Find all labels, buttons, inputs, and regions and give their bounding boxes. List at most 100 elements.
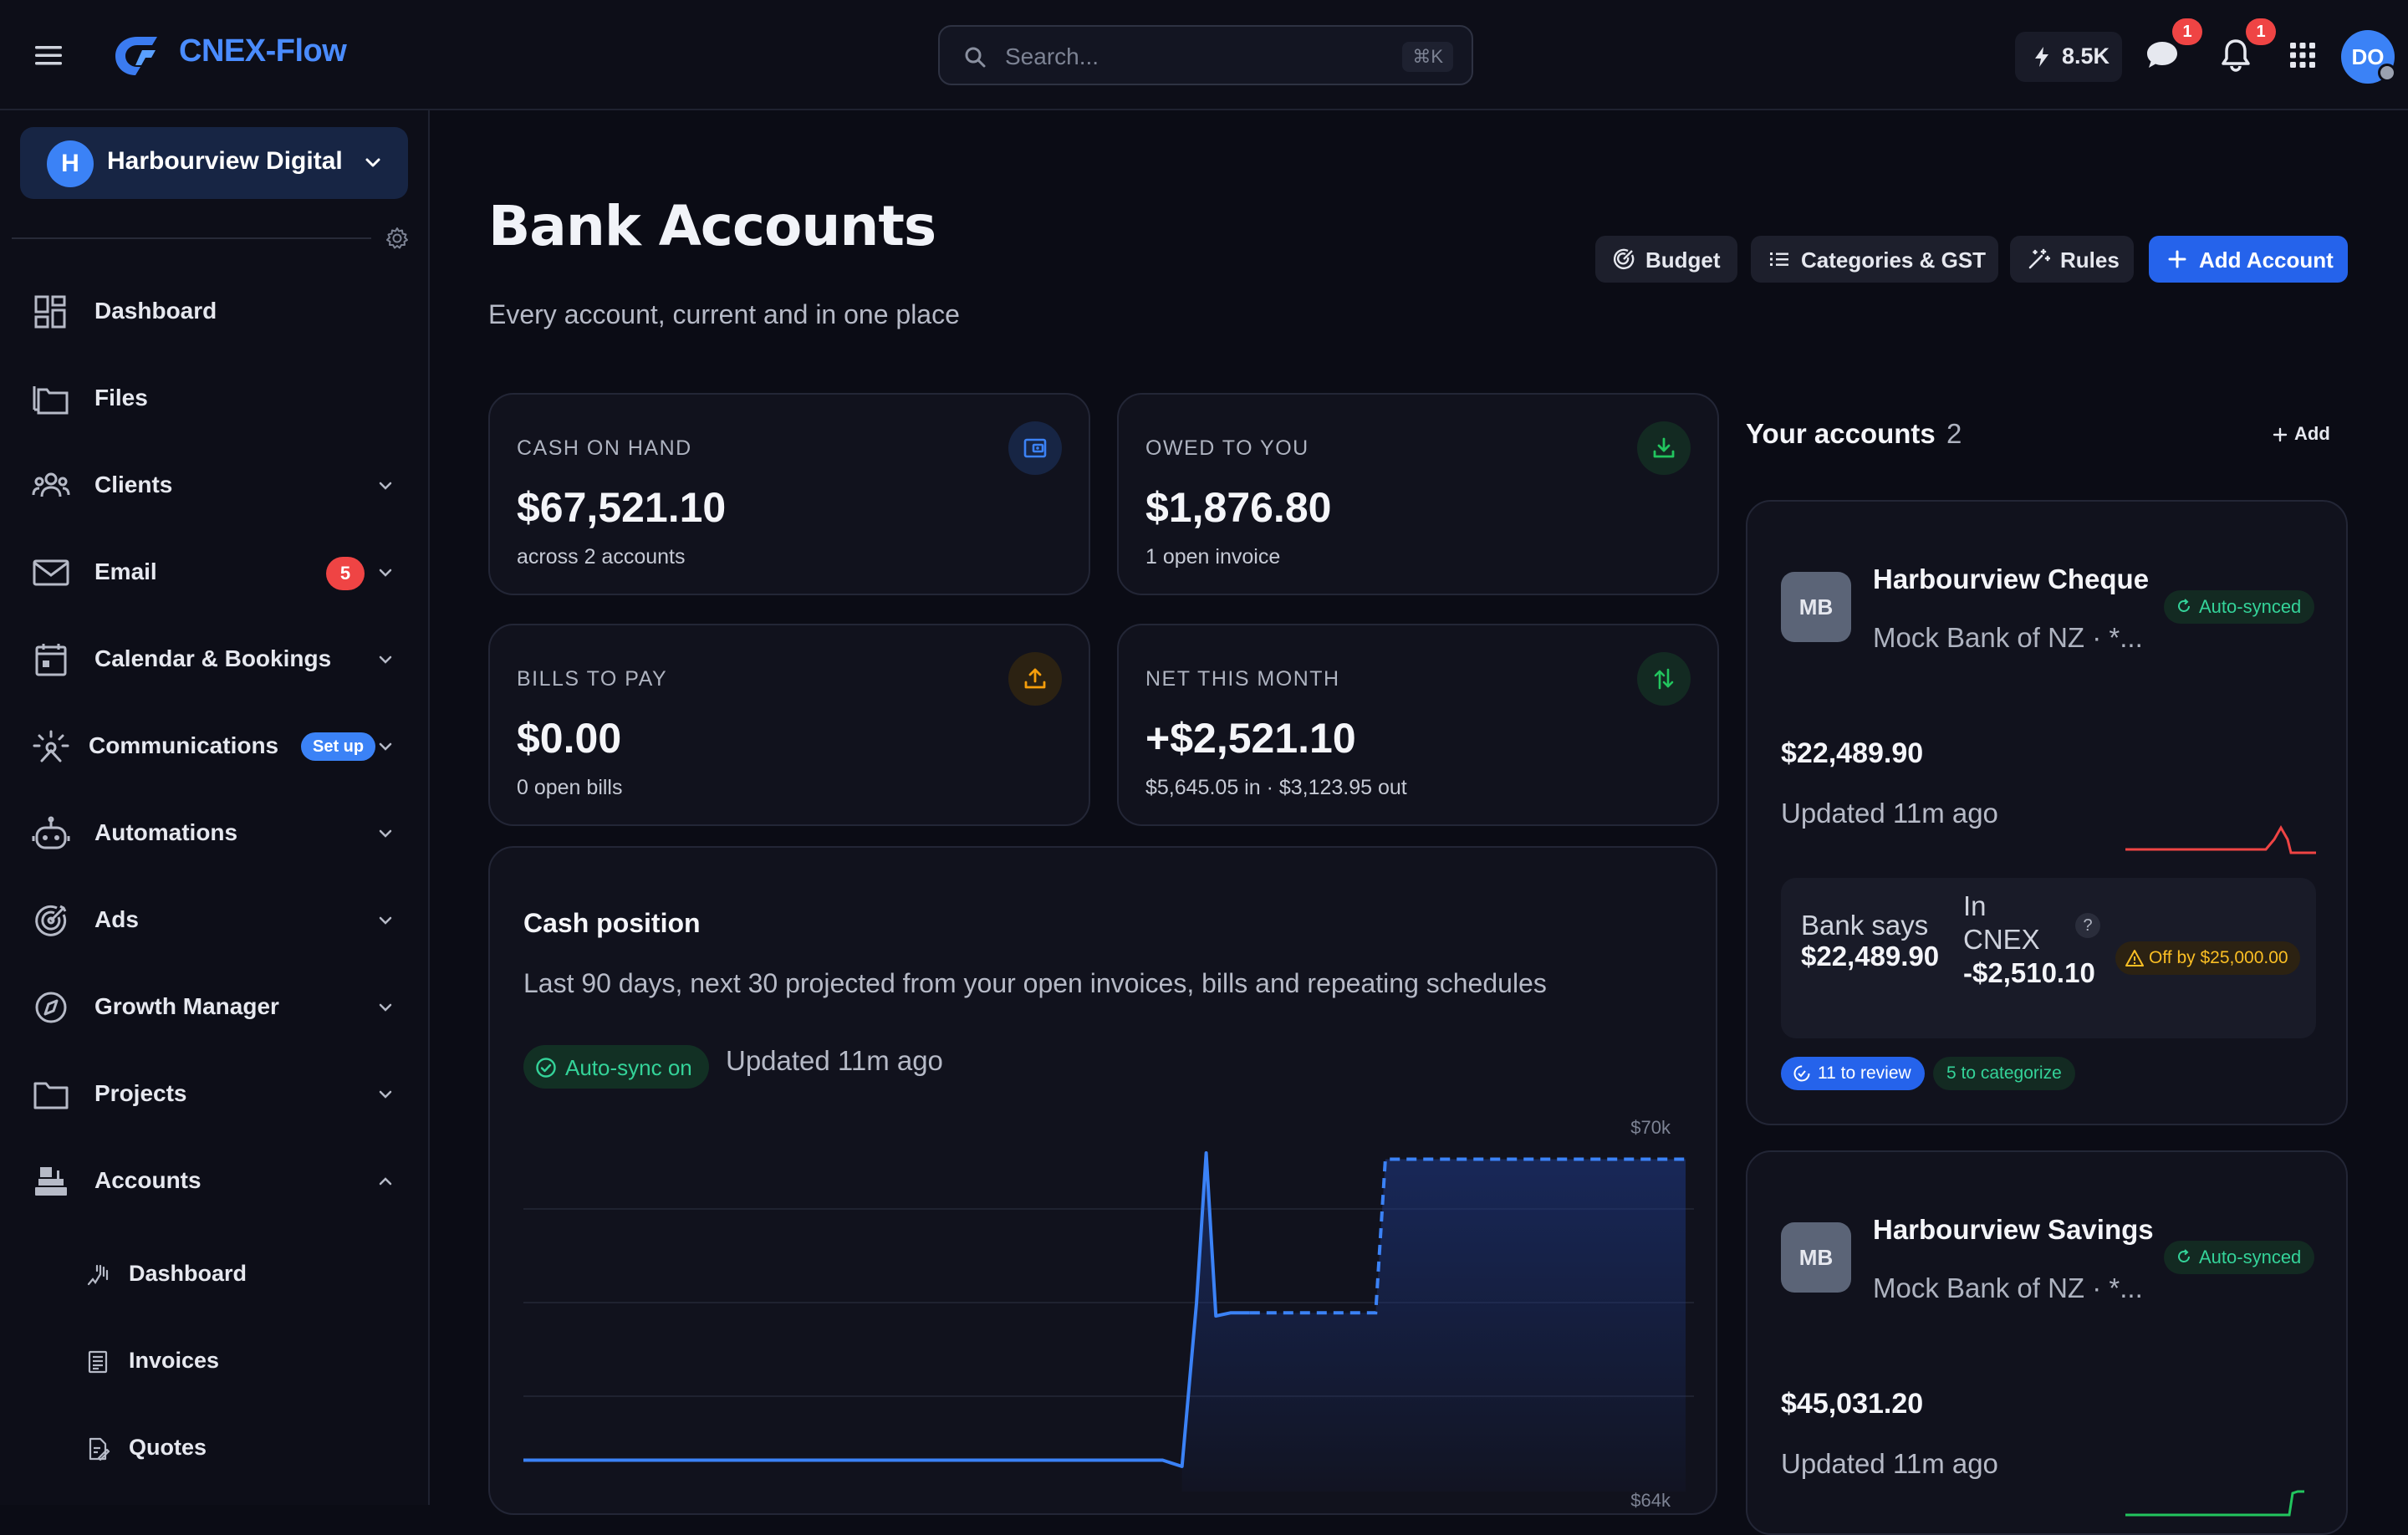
reconciliation-panel: Bank says $22,489.90 In CNEX -$2,510.10 … [1781, 878, 2316, 1038]
auto-sync-status: Auto-sync on [523, 1045, 709, 1089]
dashboard-icon [34, 295, 66, 329]
sidebar-subitem-label: Dashboard [129, 1261, 247, 1286]
sidebar-item-calendar[interactable]: Calendar & Bookings [0, 625, 430, 692]
bank-logo: MB [1781, 572, 1851, 642]
stat-card-bills-to-pay: BILLS TO PAY $0.00 0 open bills [488, 624, 1090, 826]
sidebar-item-files[interactable]: Files [0, 365, 430, 431]
to-review-label: 11 to review [1818, 1063, 1911, 1083]
sidebar-item-label: Calendar & Bookings [94, 645, 332, 671]
sync-status-badge: Auto-synced [2164, 590, 2315, 624]
sidebar-item-communications[interactable]: Communications Set up [0, 712, 430, 779]
stat-label: OWED TO YOU [1145, 436, 1309, 460]
stat-label: NET THIS MONTH [1145, 667, 1340, 691]
categories-gst-button[interactable]: Categories & GST [1751, 236, 1998, 283]
bell-icon[interactable] [2217, 37, 2254, 74]
sidebar-subitem-invoices[interactable]: Invoices [0, 1329, 430, 1393]
sync-status-badge: Auto-synced [2164, 1241, 2315, 1274]
gear-icon[interactable] [385, 226, 410, 251]
org-name: Harbourview Digital [107, 147, 343, 175]
bank-says-label: Bank says [1801, 910, 1929, 941]
account-updated: Updated 11m ago [1781, 798, 1998, 829]
list-icon [1770, 252, 1788, 266]
sidebar-item-growth-manager[interactable]: Growth Manager [0, 973, 430, 1040]
budget-button[interactable]: Budget [1595, 236, 1737, 283]
account-card-cheque[interactable]: MB Harbourview Cheque Mock Bank of NZ · … [1746, 500, 2348, 1125]
sync-status-label: Auto-synced [2199, 596, 2302, 617]
sync-status-label: Auto-synced [2199, 1247, 2302, 1267]
sidebar-item-automations[interactable]: Automations [0, 799, 430, 866]
org-switcher[interactable]: H Harbourview Digital [20, 127, 408, 199]
sidebar-item-clients[interactable]: Clients [0, 451, 430, 518]
menu-icon[interactable] [32, 38, 65, 72]
stat-subtext: 0 open bills [517, 776, 623, 799]
check-circle-icon [536, 1058, 556, 1078]
help-icon[interactable]: ? [2075, 913, 2100, 938]
refresh-icon [2178, 599, 2190, 612]
sparkline-series [2125, 824, 2316, 854]
bank-says-value: $22,489.90 [1801, 941, 1940, 971]
stat-value: $0.00 [517, 715, 622, 762]
compass-icon [35, 992, 67, 1023]
account-balance: $22,489.90 [1781, 737, 1924, 769]
chevron-down-icon [379, 655, 392, 664]
org-avatar: H [47, 140, 94, 187]
logo-icon [115, 37, 157, 75]
sparkline-series [2125, 1490, 2304, 1517]
magic-wand-icon [2028, 248, 2050, 269]
upload-icon [1008, 652, 1062, 706]
credits-value: 8.5K [2062, 43, 2110, 69]
accounts-count: 2 [1946, 418, 1962, 449]
stat-label: BILLS TO PAY [517, 667, 668, 691]
notifications-badge: 1 [2246, 18, 2276, 45]
wallet-icon [1008, 421, 1062, 475]
to-categorize-pill[interactable]: 5 to categorize [1933, 1057, 2075, 1090]
files-icon [33, 386, 69, 415]
add-account-button[interactable]: Add Account [2149, 236, 2348, 283]
sidebar-item-ads[interactable]: Ads [0, 886, 430, 953]
bank-logo: MB [1781, 1222, 1851, 1293]
cash-position-card: Cash position Last 90 days, next 30 proj… [488, 846, 1717, 1515]
search-icon [965, 47, 986, 68]
stat-subtext: 1 open invoice [1145, 545, 1281, 569]
chat-icon[interactable] [2144, 37, 2181, 74]
robot-icon [32, 816, 70, 849]
to-review-pill[interactable]: 11 to review [1781, 1057, 1925, 1090]
credits-button[interactable]: 8.5K [2015, 32, 2122, 82]
off-by-badge[interactable]: Off by $25,000.00 [2115, 941, 2300, 975]
stat-card-cash-on-hand: CASH ON HAND $67,521.10 across 2 account… [488, 393, 1090, 595]
search-input[interactable]: Search... ⌘K [938, 25, 1473, 85]
sidebar-item-projects[interactable]: Projects [0, 1060, 430, 1127]
sidebar-subitem-dashboard[interactable]: Dashboard [0, 1242, 430, 1306]
y-axis-bottom-label: $64k [1630, 1490, 1671, 1511]
warning-icon [2125, 950, 2144, 966]
rules-button[interactable]: Rules [2010, 236, 2134, 283]
chevron-up-icon [379, 1177, 392, 1186]
chart-updated: Updated 11m ago [726, 1045, 943, 1076]
sidebar-item-dashboard[interactable]: Dashboard [0, 278, 430, 344]
balance-sparkline [2125, 824, 2316, 854]
user-avatar[interactable]: DO [2341, 30, 2396, 84]
sidebar-subitem-quotes[interactable]: Quotes [0, 1416, 430, 1480]
auto-sync-label: Auto-sync on [565, 1055, 692, 1080]
apps-grid-icon[interactable] [2284, 37, 2321, 74]
chart-hand-icon [87, 1264, 109, 1286]
in-cnex-label: In CNEX [1963, 890, 2040, 955]
plus-icon [2168, 250, 2186, 268]
chevron-down-icon [379, 1003, 392, 1012]
account-card-savings[interactable]: MB Harbourview Savings Mock Bank of NZ ·… [1746, 1150, 2348, 1535]
app-name[interactable]: CNEX-Flow [179, 33, 347, 69]
sidebar-item-accounts[interactable]: Accounts [0, 1147, 430, 1214]
stat-subtext: $5,645.05 in · $3,123.95 out [1145, 776, 1407, 799]
sidebar-item-email[interactable]: Email 5 [0, 538, 430, 605]
target-icon [35, 905, 67, 936]
chevron-down-icon [379, 742, 392, 751]
plus-icon [2273, 427, 2288, 442]
register-icon [35, 1167, 67, 1196]
sidebar: H Harbourview Digital Dashboard Files Cl… [0, 110, 430, 1505]
off-by-label: Off by $25,000.00 [2149, 948, 2288, 967]
download-icon [1637, 421, 1691, 475]
target-icon [1613, 248, 1635, 270]
add-account-link[interactable]: Add [2273, 423, 2330, 445]
rules-label: Rules [2060, 247, 2120, 273]
stat-value: +$2,521.10 [1145, 715, 1356, 762]
